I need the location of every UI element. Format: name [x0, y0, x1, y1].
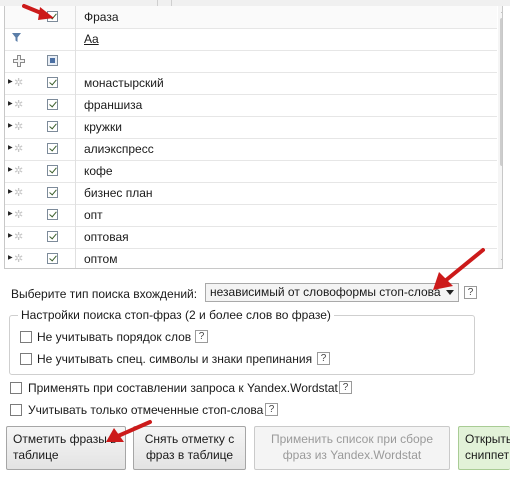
star-icon[interactable]: ✲: [14, 252, 23, 265]
column-header-phrase[interactable]: Фраза: [84, 6, 119, 28]
star-icon[interactable]: ✲: [14, 142, 23, 155]
table-row[interactable]: ▶ ✲ алиэкспресс: [5, 138, 497, 161]
apply-wordstat-checkbox[interactable]: [10, 382, 22, 394]
row-indicator-icon: ▶: [8, 233, 13, 239]
ignore-symbols-checkbox[interactable]: [20, 353, 32, 365]
settings-group-title: Настройки поиска стоп-фраз (2 и более сл…: [18, 308, 334, 322]
phrase-cell[interactable]: оптом: [84, 248, 117, 268]
row-checkbox[interactable]: [47, 99, 58, 110]
row-checkbox[interactable]: [47, 77, 58, 88]
table-row[interactable]: ▶ ✲ франшиза: [5, 94, 497, 117]
help-icon[interactable]: ?: [195, 330, 208, 343]
table-row[interactable]: ▶ ✲ кружки: [5, 116, 497, 139]
ignore-order-checkbox[interactable]: [20, 331, 32, 343]
table-row[interactable]: ▶ ✲ оптовая: [5, 226, 497, 249]
table-row[interactable]: ▶ ✲ бизнес план: [5, 182, 497, 205]
help-icon[interactable]: ?: [339, 381, 352, 394]
row-checkbox[interactable]: [47, 121, 58, 132]
search-type-value: независимый от словоформы стоп-слова: [210, 285, 441, 299]
ignore-symbols-label[interactable]: Не учитывать спец. символы и знаки препи…: [37, 352, 312, 366]
star-icon[interactable]: ✲: [14, 76, 23, 89]
open-snippet-button[interactable]: Открыть сниппет: [458, 426, 510, 470]
star-icon[interactable]: ✲: [14, 164, 23, 177]
scroll-down-icon[interactable]: ▼: [500, 258, 502, 266]
row-indicator-icon: ▶: [8, 255, 13, 261]
column-separator: [75, 116, 76, 138]
row-indicator-icon: ▶: [8, 101, 13, 107]
row-indicator-icon: ▶: [8, 123, 13, 129]
star-icon[interactable]: ✲: [14, 186, 23, 199]
phrase-cell[interactable]: алиэкспресс: [84, 138, 154, 160]
grid-header-row: Фраза: [5, 6, 497, 29]
row-checkbox[interactable]: [47, 209, 58, 220]
table-row[interactable]: ▶ ✲ опт: [5, 204, 497, 227]
phrase-cell[interactable]: кружки: [84, 116, 122, 138]
star-icon[interactable]: ✲: [14, 98, 23, 111]
ignore-order-label[interactable]: Не учитывать порядок слов: [37, 330, 191, 344]
scroll-thumb[interactable]: [500, 18, 502, 166]
only-marked-checkbox[interactable]: [10, 404, 22, 416]
annotation-arrow-icon: [433, 248, 485, 290]
table-row[interactable]: ▶ ✲ оптом: [5, 248, 497, 268]
button-label: сниппет: [465, 448, 510, 462]
column-separator: [75, 248, 76, 268]
phrase-cell[interactable]: опт: [84, 204, 103, 226]
button-label: фраз из Yandex.Wordstat: [282, 448, 422, 462]
phrase-cell[interactable]: кофе: [84, 160, 113, 182]
column-separator: [75, 28, 76, 50]
row-indicator-icon: ▶: [8, 145, 13, 151]
column-separator: [75, 72, 76, 94]
row-checkbox[interactable]: [47, 231, 58, 242]
stopphrase-settings-group: [9, 315, 475, 375]
phrases-grid: Фраза Aa ▶ ✲ монастырский ▶ ✲ франшиза ▶ ✲ кружк…: [4, 6, 503, 269]
star-icon[interactable]: ✲: [14, 208, 23, 221]
row-indicator-icon: ▶: [8, 167, 13, 173]
table-row[interactable]: ▶ ✲ монастырский: [5, 72, 497, 95]
annotation-arrow-icon: [22, 4, 54, 20]
annotation-arrow-icon: [106, 420, 152, 442]
row-indicator-icon: ▶: [8, 211, 13, 217]
row-checkbox[interactable]: [47, 187, 58, 198]
search-type-label: Выберите тип поиска вхождений:: [11, 287, 198, 301]
phrase-cell[interactable]: оптовая: [84, 226, 129, 248]
scroll-up-icon[interactable]: ▲: [500, 8, 502, 16]
help-icon[interactable]: ?: [265, 403, 278, 416]
grid-vertical-scrollbar[interactable]: ▲ ▼: [498, 6, 502, 268]
grid-filter-row: Aa: [5, 28, 497, 51]
text-filter-label[interactable]: Aa: [84, 28, 99, 50]
column-separator: [75, 94, 76, 116]
button-label: Открыть: [465, 432, 510, 446]
star-icon[interactable]: ✲: [14, 230, 23, 243]
star-icon[interactable]: ✲: [14, 120, 23, 133]
row-indicator-icon: ▶: [8, 189, 13, 195]
column-separator: [75, 226, 76, 248]
button-label: фраз в таблице: [145, 448, 234, 462]
apply-wordstat-label[interactable]: Применять при составлении запроса к Yand…: [28, 381, 338, 395]
row-checkbox[interactable]: [47, 165, 58, 176]
search-type-select[interactable]: независимый от словоформы стоп-слова: [205, 283, 459, 302]
column-separator: [75, 6, 76, 28]
table-row[interactable]: ▶ ✲ кофе: [5, 160, 497, 183]
only-marked-label[interactable]: Учитывать только отмеченные стоп-слова: [28, 403, 263, 417]
column-separator: [75, 50, 76, 72]
column-separator: [75, 204, 76, 226]
row-checkbox[interactable]: [47, 143, 58, 154]
filter-icon[interactable]: [12, 33, 22, 43]
column-separator: [75, 138, 76, 160]
add-row-icon[interactable]: [13, 55, 25, 67]
grid-new-row[interactable]: [5, 50, 497, 73]
row-checkbox[interactable]: [47, 253, 58, 264]
phrase-cell[interactable]: монастырский: [84, 72, 164, 94]
column-separator: [75, 182, 76, 204]
new-row-checkbox[interactable]: [47, 55, 58, 66]
button-label: Применить список при сборе: [270, 432, 434, 446]
phrase-cell[interactable]: бизнес план: [84, 182, 153, 204]
row-indicator-icon: ▶: [8, 79, 13, 85]
button-label: таблице: [13, 448, 59, 462]
help-icon[interactable]: ?: [317, 352, 330, 365]
apply-list-button[interactable]: Применить список при сборе фраз из Yande…: [254, 426, 450, 470]
column-separator: [75, 160, 76, 182]
phrase-cell[interactable]: франшиза: [84, 94, 142, 116]
